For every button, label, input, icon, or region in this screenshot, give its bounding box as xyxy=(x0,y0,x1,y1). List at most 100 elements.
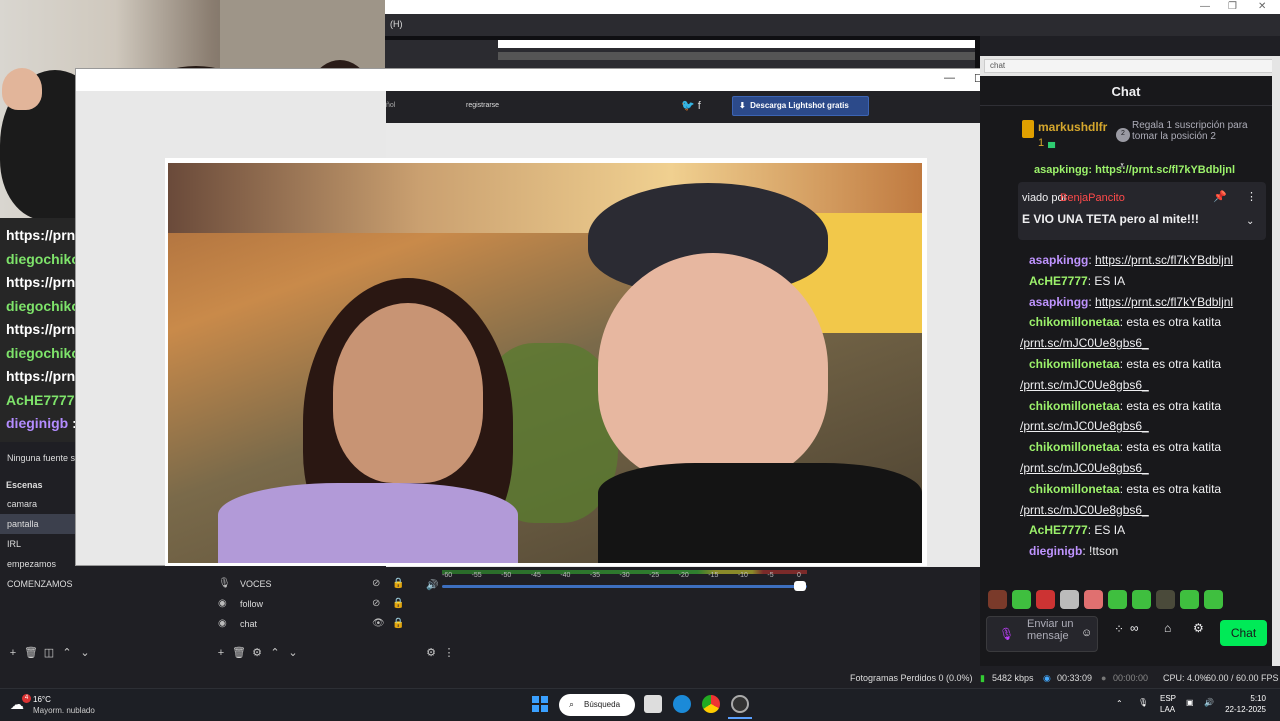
eye-off-icon[interactable]: ⊘ xyxy=(372,578,380,589)
facebook-icon[interactable]: f xyxy=(698,100,701,112)
gear-icon[interactable]: ⚙ xyxy=(248,646,266,659)
emote-icon[interactable] xyxy=(1204,590,1223,609)
task-view-icon[interactable] xyxy=(644,695,662,713)
trash-icon[interactable]: 🗑 xyxy=(22,646,40,659)
volume-slider[interactable] xyxy=(442,585,807,588)
chat-username[interactable]: chikomillonetaa xyxy=(1029,357,1120,371)
speaker-icon[interactable]: 🔊 xyxy=(426,580,438,591)
meter-tick-label: -30 xyxy=(619,572,630,579)
lang-code[interactable]: ESP xyxy=(1160,694,1176,703)
register-link[interactable]: registrarse xyxy=(466,102,499,109)
add-icon[interactable]: + xyxy=(212,647,230,659)
edge-icon[interactable] xyxy=(673,695,691,713)
chat-link[interactable]: /prnt.sc/mJC0Ue8gbs6_ xyxy=(1020,336,1149,350)
chat-username[interactable]: AcHE7777 xyxy=(1029,523,1088,537)
chat-username[interactable]: dieginigb xyxy=(1029,544,1082,558)
chat-text: esta es otra katita xyxy=(1126,315,1222,330)
leader-name[interactable]: markushdlfr xyxy=(1038,120,1107,134)
url-bar[interactable]: chat xyxy=(984,59,1274,73)
more-icon[interactable]: ⋮ xyxy=(1246,190,1257,203)
settings-icon[interactable]: ⚙ xyxy=(1193,621,1204,635)
language-selector[interactable]: ñol xyxy=(386,102,395,109)
chat-link[interactable]: /prnt.sc/mJC0Ue8gbs6_ xyxy=(1020,378,1149,392)
infinity-icon[interactable]: ∞ xyxy=(1130,621,1139,635)
minimize-icon[interactable]: — xyxy=(1200,1,1210,12)
chat-username[interactable]: chikomillonetaa xyxy=(1029,399,1120,413)
settings-icon[interactable]: ⚙ xyxy=(422,646,440,659)
screenshot-image xyxy=(168,163,922,563)
source-item[interactable]: ◉ follow ⊘ 🔒 xyxy=(210,594,415,614)
chat-text: esta es otra katita xyxy=(1126,398,1222,413)
minimize-icon[interactable]: — xyxy=(944,72,955,84)
chat-link[interactable]: /prnt.sc/mJC0Ue8gbs6_ xyxy=(1020,503,1149,517)
menu-text[interactable]: (H) xyxy=(390,19,403,29)
mic-tray-icon[interactable]: 🎙 xyxy=(1138,698,1148,707)
tray-chevron-icon[interactable]: ⌃ xyxy=(1116,699,1123,708)
eye-icon[interactable]: 👁 xyxy=(372,618,385,629)
chat-link[interactable]: https://prnt.sc/fl7kYBdbljnl xyxy=(1095,295,1233,309)
emote-icon[interactable] xyxy=(988,590,1007,609)
close-icon[interactable]: ✕ xyxy=(1258,1,1266,12)
gift-cta[interactable]: Regala 1 suscripción para tomar la posic… xyxy=(1132,120,1262,142)
scrollbar[interactable] xyxy=(1272,56,1280,666)
down-icon[interactable]: ⌄ xyxy=(284,646,302,659)
more-icon[interactable]: ⋮ xyxy=(440,646,458,659)
emote-icon[interactable] xyxy=(1036,590,1055,609)
clock-date[interactable]: 22-12-2025 xyxy=(1220,705,1266,714)
emote-icon[interactable] xyxy=(1180,590,1199,609)
pinned-by-user[interactable]: BenjaPancito xyxy=(1060,192,1125,204)
emote-icon[interactable] xyxy=(1108,590,1127,609)
chat-send-button[interactable]: Chat xyxy=(1220,620,1267,646)
cpu: CPU: 4.0% xyxy=(1163,673,1208,683)
up-icon[interactable]: ⌃ xyxy=(58,646,76,659)
up-icon[interactable]: ⌃ xyxy=(266,646,284,659)
lock-icon[interactable]: 🔒 xyxy=(392,578,404,589)
audio-mixer: -60 -55 -50 -45 -40 -35 -30 -25 -20 -15 -10 -5 0 🔊 xyxy=(420,566,813,664)
chat-username[interactable]: asapkingg xyxy=(1029,253,1088,267)
scene-item[interactable]: COMENZAMOS xyxy=(0,574,160,594)
twitter-icon[interactable]: 🐦 xyxy=(681,100,695,112)
taskbar-search[interactable]: ⌕ Búsqueda xyxy=(559,694,635,716)
pin-icon[interactable]: 📌 xyxy=(1213,190,1227,203)
social-icons: 🐦 f xyxy=(681,99,701,112)
chat-link[interactable]: /prnt.sc/mJC0Ue8gbs6_ xyxy=(1020,419,1149,433)
source-item[interactable]: ◉ chat 👁 🔒 xyxy=(210,614,415,634)
volume-icon[interactable]: 🔊 xyxy=(1204,698,1214,707)
bits-icon[interactable]: ⁘ xyxy=(1114,622,1124,636)
chat-username[interactable]: chikomillonetaa xyxy=(1029,440,1120,454)
source-item[interactable]: 🎙 VOCES ⊘ 🔒 xyxy=(210,574,415,594)
trash-icon[interactable]: 🗑 xyxy=(230,646,248,659)
chat-link[interactable]: https://prnt.sc/fl7kYBdbljnl xyxy=(1095,253,1233,267)
emote-icon[interactable] xyxy=(1060,590,1079,609)
chevron-down-icon[interactable]: ⌄ xyxy=(1246,216,1254,227)
emote-icon[interactable] xyxy=(1156,590,1175,609)
emoji-icon[interactable]: ☺ xyxy=(1081,627,1092,639)
eye-off-icon[interactable]: ⊘ xyxy=(372,598,380,609)
emote-icon[interactable] xyxy=(1132,590,1151,609)
volume-knob[interactable] xyxy=(794,581,806,591)
chat-username[interactable]: chikomillonetaa xyxy=(1029,482,1120,496)
windows-start-icon[interactable] xyxy=(532,696,548,712)
chat-username[interactable]: AcHE7777 xyxy=(1029,274,1088,288)
mic-icon[interactable]: 🎙 xyxy=(999,627,1014,641)
kbps: 5482 kbps xyxy=(992,673,1034,683)
download-button[interactable]: ⬇ Descarga Lightshot gratis xyxy=(732,96,869,116)
down-icon[interactable]: ⌄ xyxy=(76,646,94,659)
chrome-icon[interactable] xyxy=(702,695,720,713)
clock-time[interactable]: 5:10 xyxy=(1226,694,1266,703)
store-icon[interactable]: ⌂ xyxy=(1164,621,1171,635)
lock-icon[interactable]: 🔒 xyxy=(392,618,404,629)
chat-username[interactable]: chikomillonetaa xyxy=(1029,315,1120,329)
chat-input[interactable]: 🎙 Enviar un mensaje ☺ xyxy=(986,616,1098,652)
lock-icon[interactable]: 🔒 xyxy=(392,598,404,609)
filter-icon[interactable]: ◫ xyxy=(40,646,58,659)
add-icon[interactable]: + xyxy=(4,647,22,659)
chat-username[interactable]: asapkingg xyxy=(1029,295,1088,309)
weather-widget[interactable]: ☁ 4 16°C Mayorm. nublado xyxy=(10,694,150,718)
network-icon[interactable]: ▣ xyxy=(1186,698,1194,707)
emote-icon[interactable] xyxy=(1012,590,1031,609)
emote-icon[interactable] xyxy=(1084,590,1103,609)
chat-link[interactable]: /prnt.sc/mJC0Ue8gbs6_ xyxy=(1020,461,1149,475)
obs-icon[interactable] xyxy=(731,695,749,713)
maximize-icon[interactable]: ❐ xyxy=(1228,1,1237,12)
